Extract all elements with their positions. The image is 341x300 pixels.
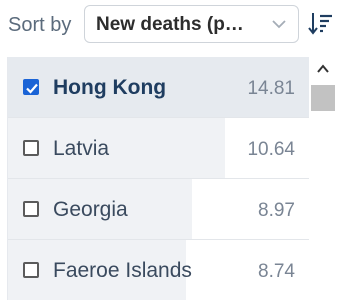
checkbox[interactable] [23,140,39,156]
list-item[interactable]: Georgia 8.97 [8,179,309,240]
row-name: Latvia [53,137,110,160]
checkbox[interactable] [23,201,39,217]
sort-field-select[interactable]: New deaths (p… [84,5,299,43]
row-value: 10.64 [247,139,295,160]
scroll-thumb[interactable] [311,85,335,111]
list-item[interactable]: Latvia 10.64 [8,118,309,179]
sort-descending-icon[interactable] [307,9,335,37]
row-name: Hong Kong [53,76,167,99]
list-item[interactable]: Faeroe Islands 8.74 [8,240,309,300]
checkbox[interactable] [23,262,39,278]
chevron-down-icon [272,20,286,29]
sort-field-value: New deaths (p… [96,14,244,35]
checkmark-icon [26,83,38,94]
list-item[interactable]: Hong Kong 14.81 [8,57,309,118]
row-value: 8.97 [258,200,295,221]
row-bar [8,118,225,178]
row-value: 14.81 [247,78,295,99]
row-name: Georgia [53,198,128,221]
checkbox[interactable] [23,79,39,95]
chevron-up-icon[interactable] [314,62,332,76]
sort-by-label: Sort by [8,14,72,36]
list-scrollbar[interactable] [309,57,337,300]
row-name: Faeroe Islands [53,259,192,282]
entity-list: Hong Kong 14.81 Latvia 10.64 Georgia 8.9… [7,57,309,300]
row-value: 8.74 [258,261,295,282]
